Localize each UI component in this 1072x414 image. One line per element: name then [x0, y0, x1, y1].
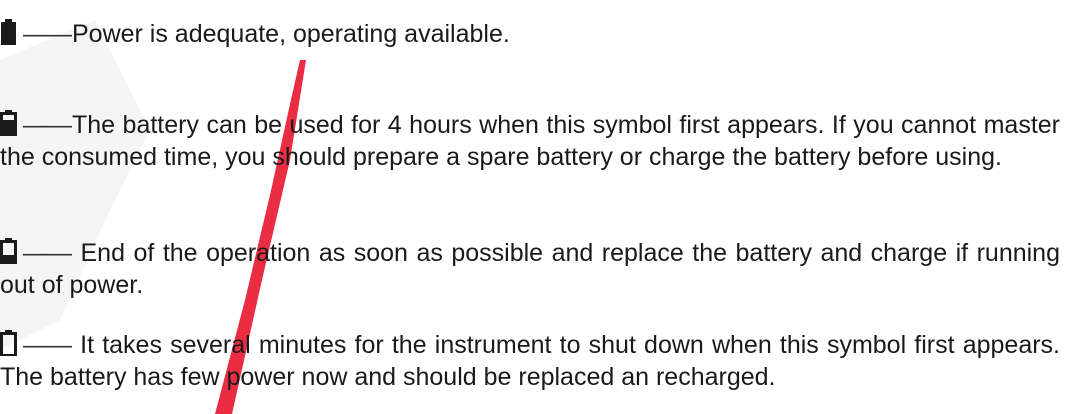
entry-text: End of the operation as soon as possible… [0, 239, 1060, 299]
dash-separator: —— [23, 20, 72, 48]
battery-entry-full: ——Power is adequate, operating available… [0, 18, 1060, 50]
dash-separator: —— [23, 111, 72, 139]
document-page: ——Power is adequate, operating available… [0, 0, 1072, 414]
entry-text: It takes several minutes for the instrum… [0, 331, 1060, 391]
dash-separator: —— [23, 239, 72, 267]
entry-text: Power is adequate, operating available. [72, 20, 510, 48]
battery-entry-high: ——The battery can be used for 4 hours wh… [0, 109, 1060, 173]
entry-text: The battery can be used for 4 hours when… [0, 111, 1060, 171]
battery-high-icon [0, 110, 17, 136]
battery-empty-icon [0, 330, 17, 356]
dash-separator: —— [23, 331, 72, 359]
battery-entry-low: —— End of the operation as soon as possi… [0, 237, 1060, 301]
battery-low-icon [0, 238, 17, 264]
battery-entry-empty: —— It takes several minutes for the inst… [0, 329, 1060, 393]
battery-full-icon [1, 19, 16, 45]
